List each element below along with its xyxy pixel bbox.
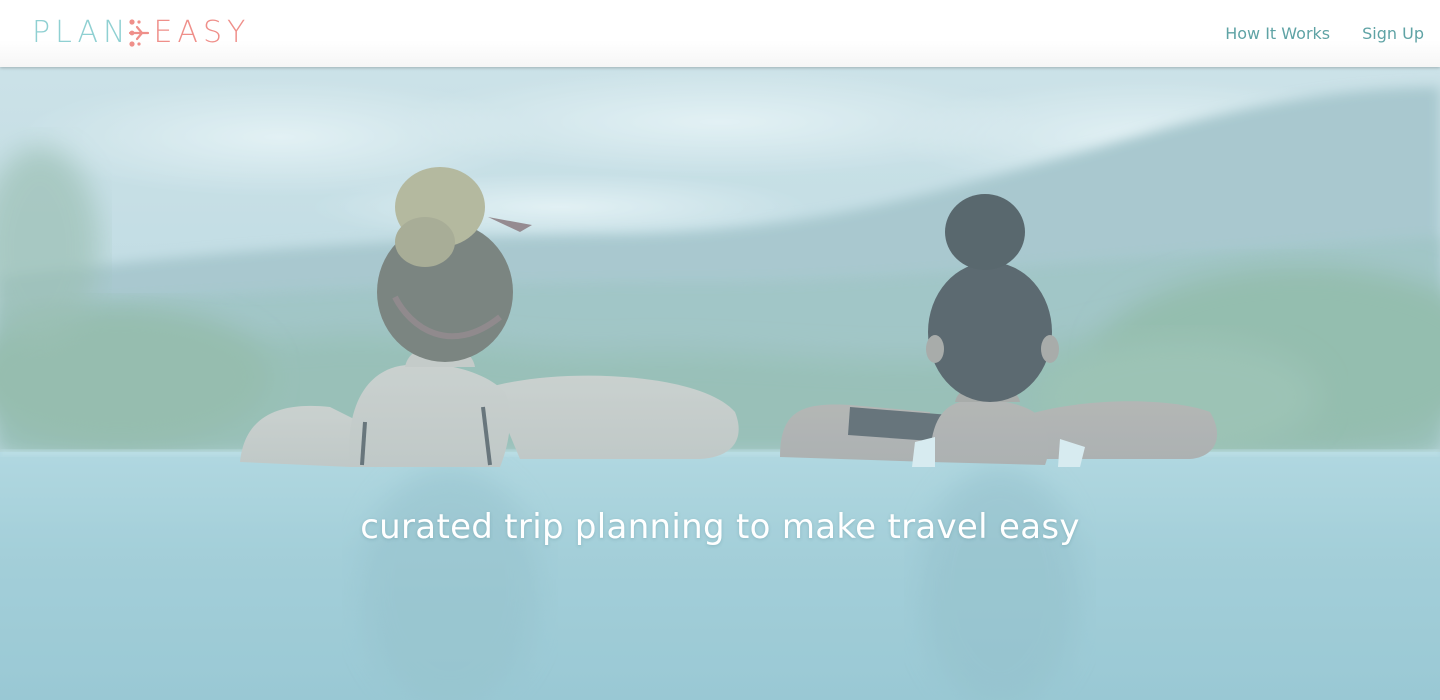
hero-tagline: curated trip planning to make travel eas… — [360, 507, 1080, 547]
site-header: PLAN EASY How It Works Sign Up — [0, 0, 1440, 67]
logo-text-plan: PLAN — [32, 15, 131, 50]
hero-section: curated trip planning to make travel eas… — [0, 67, 1440, 700]
nav-link-how-it-works[interactable]: How It Works — [1225, 24, 1330, 43]
planeasy-logo[interactable]: PLAN EASY — [32, 13, 250, 53]
airplane-icon — [128, 17, 150, 49]
page: PLAN EASY How It Works Sign Up curated t… — [0, 0, 1440, 700]
hero-background-image — [0, 67, 1440, 700]
logo-text-easy: EASY — [153, 15, 251, 50]
nav-link-sign-up[interactable]: Sign Up — [1362, 24, 1424, 43]
main-nav: How It Works Sign Up — [1225, 0, 1424, 67]
